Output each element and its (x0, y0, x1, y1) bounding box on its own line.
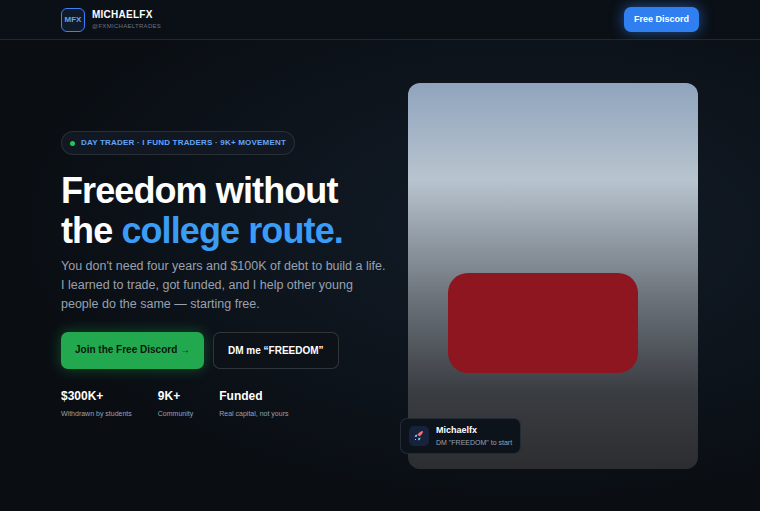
hero: DAY TRADER · I FUND TRADERS · 9K+ MOVEME… (0, 40, 760, 511)
top-bar: MFX MICHAELFX @FXMICHAELTRADES Free Disc… (0, 0, 760, 40)
profile-card[interactable]: Michaelfx DM "FREEDOM" to start (400, 418, 521, 454)
headline-highlight: college route. (121, 210, 342, 251)
badge-text: DAY TRADER · I FUND TRADERS · 9K+ MOVEME… (81, 137, 286, 149)
stat-label: Community (158, 409, 193, 420)
stat: 9K+ Community (158, 387, 193, 420)
car-shape (448, 273, 638, 373)
hero-text: DAY TRADER · I FUND TRADERS · 9K+ MOVEME… (61, 131, 391, 420)
stat-value: 9K+ (158, 387, 193, 405)
stats: $300K+ Withdrawn by students 9K+ Community F… (61, 387, 391, 420)
stat: Funded Real capital, not yours (219, 387, 288, 420)
brand[interactable]: MFX MICHAELFX @FXMICHAELTRADES (61, 8, 161, 32)
card-subtitle: DM "FREEDOM" to start (436, 439, 512, 446)
stat-value: Funded (219, 387, 288, 405)
free-discord-button[interactable]: Free Discord (624, 7, 699, 33)
logo[interactable]: MFX (61, 8, 85, 32)
cta-row: Join the Free Discord → DM me “FREEDOM” (61, 332, 391, 369)
status-dot (70, 141, 75, 146)
brand-name: MICHAELFX (92, 10, 161, 20)
dm-button[interactable]: DM me “FREEDOM” (213, 332, 339, 369)
photo-area: Michaelfx DM "FREEDOM" to start (408, 83, 698, 469)
page: {"header": {"logo": "MFX", "brand": "MIC… (0, 0, 760, 511)
brand-handle: @FXMICHAELTRADES (92, 23, 161, 29)
badge: DAY TRADER · I FUND TRADERS · 9K+ MOVEME… (61, 131, 295, 155)
stat-value: $300K+ (61, 387, 132, 405)
intro-paragraph: You don't need four years and $100K of d… (61, 257, 391, 314)
join-discord-button[interactable]: Join the Free Discord → (61, 332, 204, 369)
headline: Freedom without the college route. (61, 171, 391, 251)
stat: $300K+ Withdrawn by students (61, 387, 132, 420)
rocket-icon (409, 426, 429, 446)
hero-photo (408, 83, 698, 469)
card-name: Michaelfx (436, 426, 512, 435)
headline-line: Freedom without (61, 171, 391, 211)
headline-line: the (61, 210, 121, 251)
stat-label: Real capital, not yours (219, 409, 288, 420)
stat-label: Withdrawn by students (61, 409, 132, 420)
